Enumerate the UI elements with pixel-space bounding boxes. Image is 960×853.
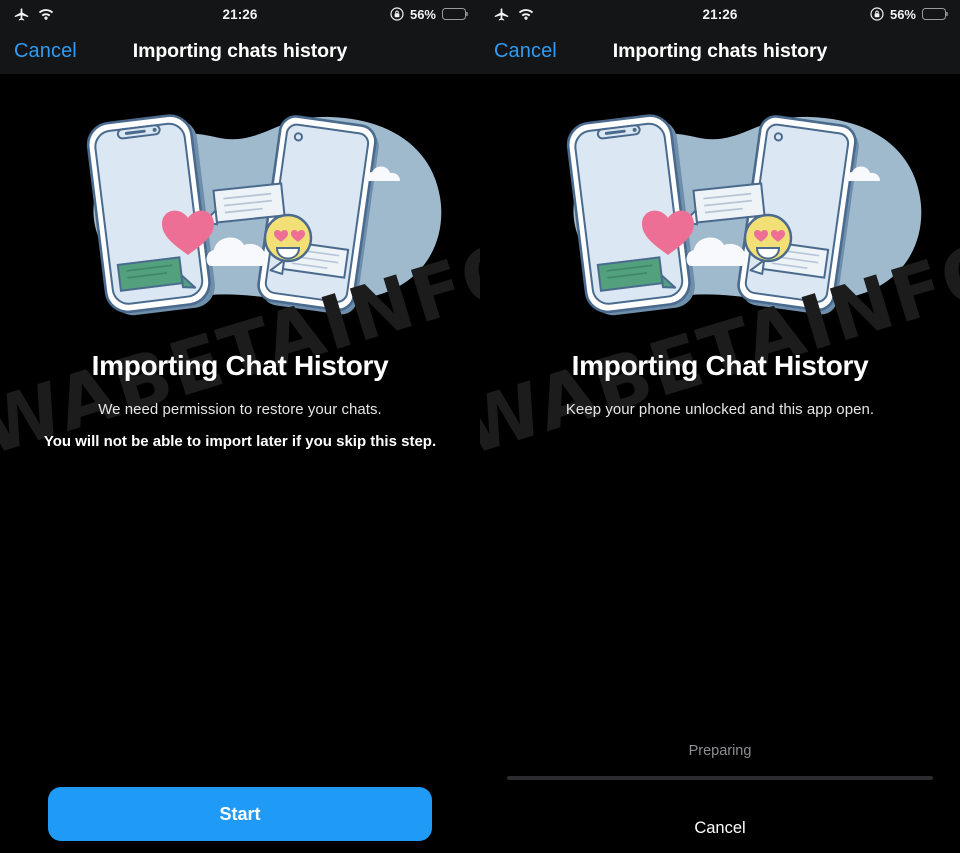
warning-text: You will not be able to import later if … [43,433,437,450]
screen-progress-step: 21:26 56% Cancel Importing chats history [480,0,960,853]
screen-body-left: WABETAINFO Importing Chat History We nee… [0,90,480,853]
battery-icon [922,8,949,20]
rotation-lock-icon [870,7,884,21]
battery-icon [442,8,469,20]
battery-percent-label: 56% [409,6,436,22]
progress-status-label: Preparing [688,743,752,759]
two-phones-chat-transfer-illustration [0,90,480,330]
start-button[interactable]: Start [48,787,432,841]
rotation-lock-icon [390,7,404,21]
airplane-mode-icon [14,7,29,21]
wifi-icon [518,9,534,20]
subtitle-text: Keep your phone unlocked and this app op… [565,401,875,418]
screen-permission-step: 21:26 56% Cancel Importing chats history [0,0,480,853]
status-bar-left-icons [14,7,222,21]
airplane-mode-icon [494,7,509,21]
status-bar-left: 21:26 56% [0,0,480,28]
subtitle-text: We need permission to restore your chats… [98,401,382,418]
nav-cancel-button[interactable]: Cancel [14,40,77,63]
content-text-block-left: Importing Chat History We need permissio… [0,350,480,450]
device-chrome-right: 21:26 56% Cancel Importing chats history [480,0,960,74]
status-bar-right-icons: 56% [258,6,469,22]
heart-eyes-emoji [263,213,313,263]
page-title: Importing Chat History [91,350,389,381]
nav-bar-right: Cancel Importing chats history [480,28,960,74]
screen-body-right: WABETAINFO Importing Chat History Keep y… [480,90,960,853]
status-bar-left-icons-right-panel [494,7,702,21]
two-phones-chat-transfer-illustration [480,90,960,330]
status-bar-clock: 21:26 [222,6,258,22]
status-bar-clock: 21:26 [702,6,738,22]
content-text-block-right: Importing Chat History Keep your phone u… [480,350,960,418]
nav-cancel-button[interactable]: Cancel [494,40,557,63]
status-bar-right-icons-right-panel: 56% [738,6,949,22]
import-progress-area: Preparing Cancel [480,743,960,853]
battery-percent-label: 56% [889,6,916,22]
dual-screenshot-container: 21:26 56% Cancel Importing chats history [0,0,960,853]
cancel-import-button[interactable]: Cancel [480,780,960,853]
wifi-icon [38,9,54,20]
page-title: Importing Chat History [571,350,869,381]
device-chrome-left: 21:26 56% Cancel Importing chats history [0,0,480,74]
status-bar-right-panel: 21:26 56% [480,0,960,28]
nav-bar-left: Cancel Importing chats history [0,28,480,74]
heart-eyes-emoji [743,213,793,263]
